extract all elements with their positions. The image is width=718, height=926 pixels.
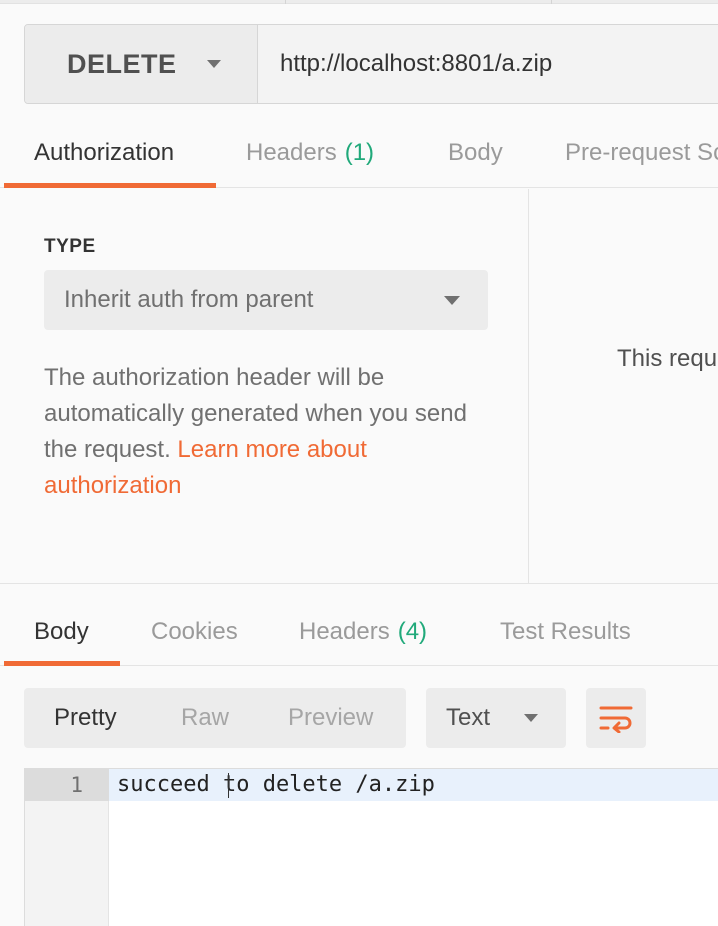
top-tab-strip: [0, 0, 718, 4]
response-tabs: Body Cookies Headers (4) Test Results: [0, 598, 718, 666]
tab-response-body[interactable]: Body: [34, 598, 89, 666]
tab-label: Test Results: [500, 618, 631, 645]
tab-divider: [285, 0, 286, 4]
format-select[interactable]: Text: [426, 688, 566, 748]
view-mode-group: Pretty Raw Preview: [24, 688, 406, 748]
request-bar: DELETE http://localhost:8801/a.zip: [24, 24, 718, 104]
tab-label: Headers: [246, 139, 337, 166]
tab-count: (4): [397, 618, 428, 645]
tab-label: Headers: [299, 618, 390, 645]
method-label: DELETE: [67, 48, 177, 79]
tab-authorization[interactable]: Authorization: [34, 118, 174, 188]
active-tab-indicator: [4, 183, 216, 188]
tab-body[interactable]: Body: [448, 118, 503, 188]
view-preview-button[interactable]: Preview: [288, 688, 373, 748]
chevron-down-icon: [524, 714, 538, 722]
tab-test-results[interactable]: Test Results: [500, 598, 631, 666]
tab-label: Authorization: [34, 139, 175, 166]
chevron-down-icon: [206, 60, 221, 68]
tab-label: Body: [34, 618, 89, 645]
view-pretty-button[interactable]: Pretty: [54, 688, 117, 748]
active-tab-indicator: [4, 661, 120, 666]
tab-label: Cookies: [151, 618, 238, 645]
tab-headers[interactable]: Headers (1): [246, 118, 374, 188]
auth-description: The authorization header will be automat…: [44, 360, 484, 504]
tab-cookies[interactable]: Cookies: [151, 598, 238, 666]
request-tabs: Authorization Headers (1) Body Pre-reque…: [0, 118, 718, 188]
text-cursor: [228, 773, 229, 798]
response-body-editor[interactable]: 1 succeed to delete /a.zip: [24, 768, 718, 926]
method-select[interactable]: DELETE: [25, 25, 258, 103]
view-raw-button[interactable]: Raw: [181, 688, 229, 748]
tab-label: Body: [448, 139, 503, 166]
auth-type-select[interactable]: Inherit auth from parent: [44, 270, 488, 330]
tab-count: (1): [344, 139, 375, 166]
tab-divider: [551, 0, 552, 4]
tab-response-headers[interactable]: Headers (4): [299, 598, 427, 666]
auth-type-value: Inherit auth from parent: [64, 286, 314, 313]
divider: [529, 583, 718, 584]
line-number: 1: [25, 769, 109, 801]
line-number-gutter: 1: [25, 769, 109, 926]
chevron-down-icon: [444, 296, 460, 305]
wrap-lines-button[interactable]: [586, 688, 646, 748]
tab-label: Pre-request Sc: [565, 139, 718, 166]
code-line: succeed to delete /a.zip: [109, 769, 718, 801]
auth-type-label: TYPE: [44, 236, 96, 257]
auth-info-text: This requ: [617, 345, 718, 372]
format-value: Text: [446, 704, 491, 731]
wrap-lines-icon: [599, 706, 633, 733]
tab-pre-request-script[interactable]: Pre-request Sc: [565, 118, 718, 188]
url-input[interactable]: http://localhost:8801/a.zip: [258, 25, 718, 103]
